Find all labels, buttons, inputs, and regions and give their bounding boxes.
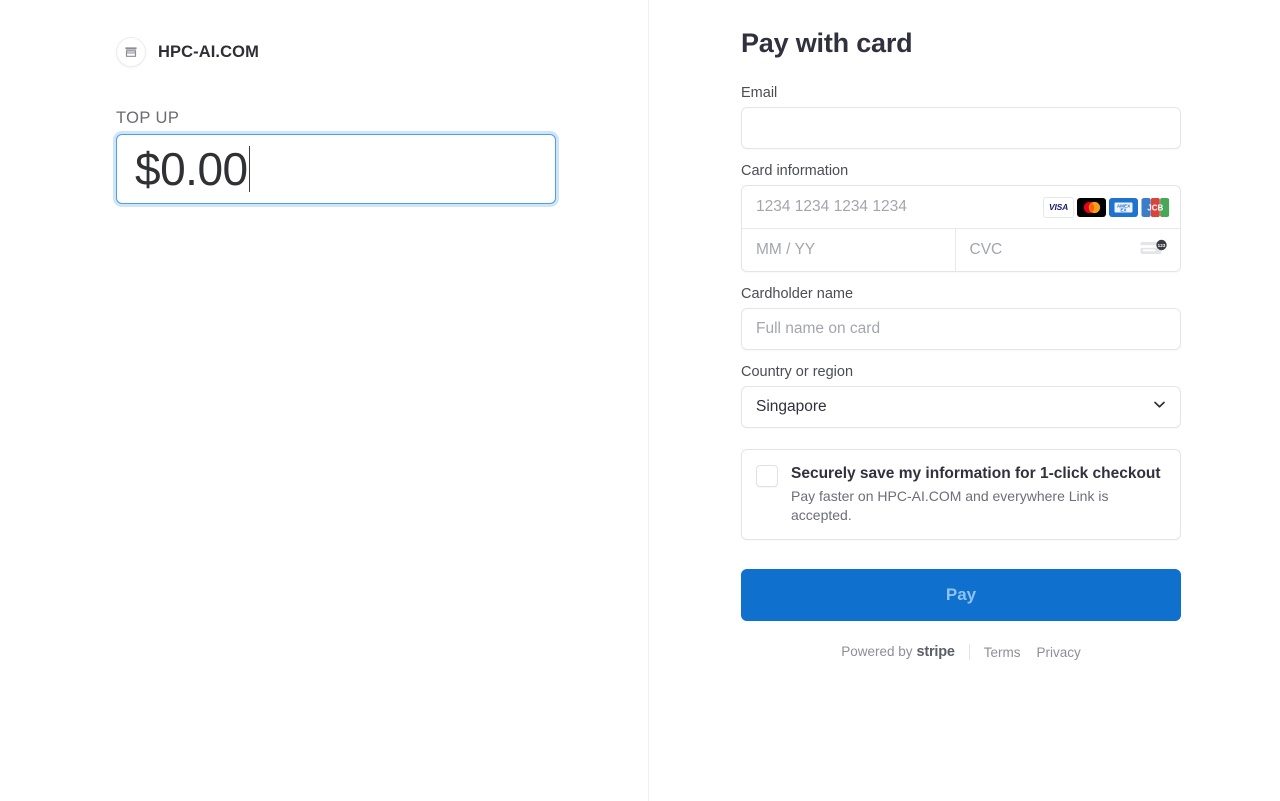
footer-links: Terms Privacy — [984, 645, 1081, 660]
cvc-card-icon: 123 — [1140, 239, 1168, 262]
email-label: Email — [741, 85, 778, 101]
card-number-input[interactable]: 1234 1234 1234 1234 VISA AMEX EX JCB — [742, 186, 1180, 229]
card-expiry-cvc-row: MM / YY CVC 123 — [742, 229, 1180, 271]
stripe-wordmark: stripe — [916, 644, 955, 660]
card-number-placeholder: 1234 1234 1234 1234 — [756, 198, 907, 215]
amount-input[interactable]: $0.00 — [116, 134, 556, 204]
card-information-group: Card information 1234 1234 1234 1234 VIS… — [741, 162, 1181, 272]
mastercard-icon — [1077, 197, 1106, 217]
email-input[interactable] — [741, 107, 1181, 149]
pane-divider — [648, 0, 649, 801]
storefront-icon — [116, 37, 146, 67]
country-selected-value: Singapore — [756, 398, 827, 415]
privacy-link[interactable]: Privacy — [1037, 645, 1081, 660]
order-summary-pane: HPC-AI.COM TOP UP $0.00 — [0, 0, 648, 801]
card-cvc-input[interactable]: CVC 123 — [956, 229, 1181, 271]
save-information-title: Securely save my information for 1-click… — [791, 465, 1161, 482]
save-information-text: Securely save my information for 1-click… — [791, 464, 1161, 525]
amount-value: $0.00 — [135, 143, 248, 195]
chevron-down-icon — [1152, 397, 1167, 417]
card-brand-icons: VISA AMEX EX JCB — [1043, 196, 1170, 218]
powered-by-stripe[interactable]: Powered by stripe — [841, 644, 955, 660]
amex-icon: AMEX EX — [1109, 197, 1138, 217]
card-information-label: Card information — [741, 163, 849, 179]
order-label: TOP UP — [116, 109, 180, 127]
svg-text:123: 123 — [1158, 242, 1166, 247]
cardholder-name-placeholder: Full name on card — [756, 320, 881, 337]
jcb-icon: JCB — [1141, 197, 1170, 217]
card-information-box: 1234 1234 1234 1234 VISA AMEX EX JCB MM … — [741, 185, 1181, 272]
save-information-box[interactable]: Securely save my information for 1-click… — [741, 449, 1181, 540]
country-label: Country or region — [741, 364, 854, 380]
cardholder-name-group: Cardholder name Full name on card — [741, 285, 1181, 350]
save-information-subtitle: Pay faster on HPC-AI.COM and everywhere … — [791, 488, 1109, 523]
card-expiry-input[interactable]: MM / YY — [742, 229, 956, 271]
save-information-checkbox[interactable] — [756, 465, 778, 487]
terms-link[interactable]: Terms — [984, 645, 1021, 660]
text-caret — [248, 146, 251, 192]
country-select[interactable]: Singapore — [741, 386, 1181, 428]
card-cvc-placeholder: CVC — [969, 241, 1003, 258]
cardholder-name-input[interactable]: Full name on card — [741, 308, 1181, 350]
payment-form-pane: Pay with card Email Card information 123… — [648, 0, 1280, 801]
stripe-checkout-page: HPC-AI.COM TOP UP $0.00 Pay with card Em… — [0, 0, 1280, 801]
footer-separator — [968, 644, 970, 660]
card-expiry-placeholder: MM / YY — [756, 241, 816, 258]
footer: Powered by stripe Terms Privacy — [741, 644, 1181, 660]
merchant-header: HPC-AI.COM — [116, 34, 648, 70]
pay-button[interactable]: Pay — [741, 569, 1181, 621]
visa-icon: VISA — [1043, 196, 1074, 218]
svg-text:JCB: JCB — [1147, 203, 1163, 212]
merchant-name: HPC-AI.COM — [158, 42, 259, 61]
email-field-group: Email — [741, 84, 1181, 149]
cardholder-name-label: Cardholder name — [741, 286, 854, 302]
powered-by-label: Powered by — [841, 644, 913, 659]
country-group: Country or region Singapore — [741, 363, 1181, 428]
page-title: Pay with card — [741, 28, 913, 58]
svg-text:EX: EX — [1120, 207, 1127, 212]
